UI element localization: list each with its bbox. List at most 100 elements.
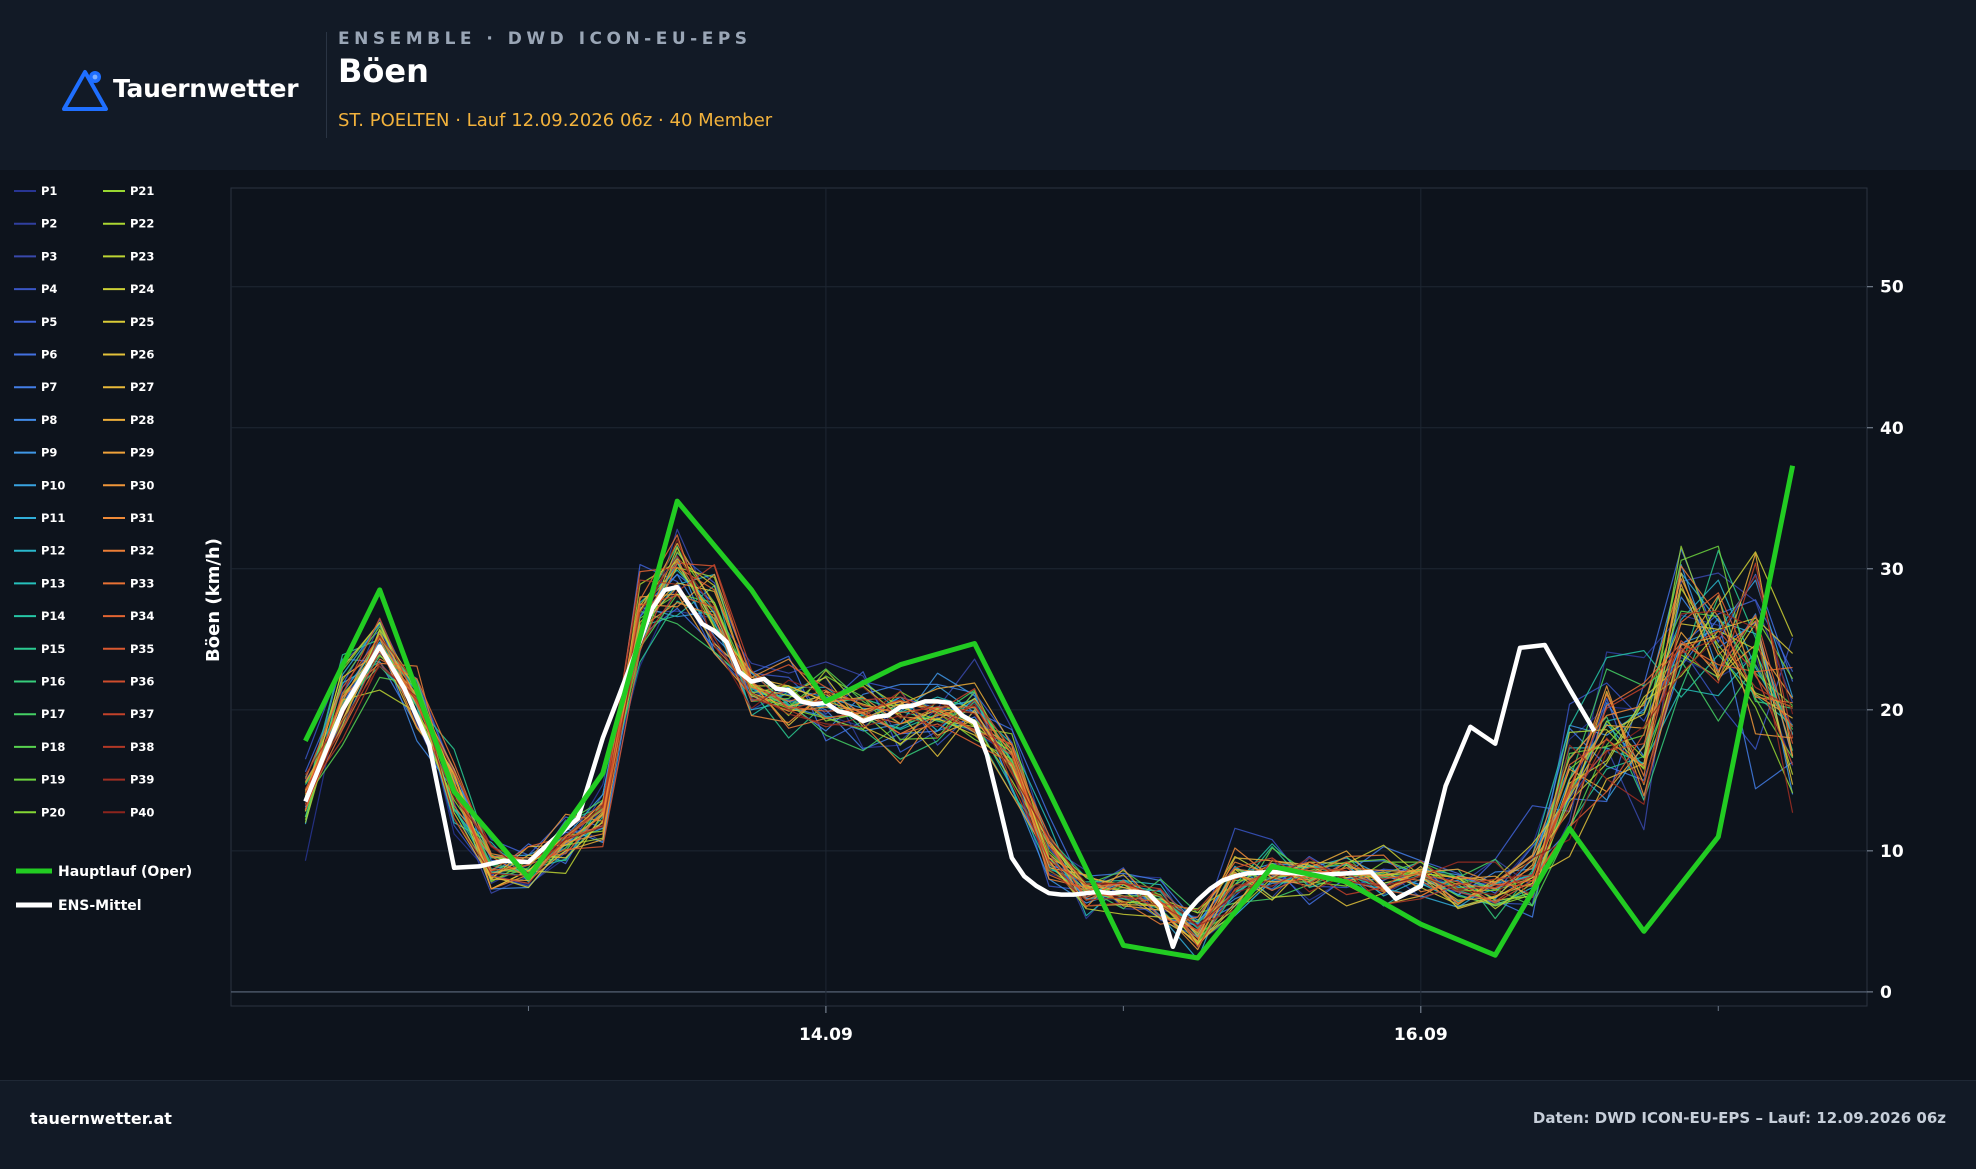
legend-item-p19[interactable]: P19 <box>14 773 65 787</box>
legend-item-p18[interactable]: P18 <box>14 740 65 754</box>
legend-item-p11[interactable]: P11 <box>14 511 65 525</box>
legend-item-p23[interactable]: P23 <box>103 249 154 263</box>
legend-label: P18 <box>41 740 65 754</box>
plot-area <box>230 187 1868 1007</box>
brand-logo[interactable]: Tauernwetter <box>60 66 300 116</box>
legend-label: P13 <box>41 576 65 590</box>
legend-label: P1 <box>41 184 57 198</box>
legend-item-p25[interactable]: P25 <box>103 315 154 329</box>
legend-item-p14[interactable]: P14 <box>14 609 65 623</box>
legend-label: P35 <box>130 642 154 656</box>
legend-item-p5[interactable]: P5 <box>14 315 57 329</box>
legend-item-p21[interactable]: P21 <box>103 184 154 198</box>
legend-label: P5 <box>41 315 57 329</box>
y-tick-label: 40 <box>1880 419 1904 439</box>
legend-item-p34[interactable]: P34 <box>103 609 154 623</box>
header-kicker: ENSEMBLE · DWD ICON-EU-EPS <box>338 29 752 49</box>
legend-item-p26[interactable]: P26 <box>103 348 154 362</box>
legend-item-p27[interactable]: P27 <box>103 380 154 394</box>
legend-item-p31[interactable]: P31 <box>103 511 154 525</box>
legend-item-p4[interactable]: P4 <box>14 282 57 296</box>
footer-site-link[interactable]: tauernwetter.at <box>30 1109 172 1128</box>
legend-label: P4 <box>41 282 57 296</box>
legend-label: P21 <box>130 184 154 198</box>
brand-name: Tauernwetter <box>113 74 299 103</box>
legend-label: P20 <box>41 805 65 819</box>
page-subtitle: ST. POELTEN · Lauf 12.09.2026 06z · 40 M… <box>338 110 773 131</box>
legend-label: P15 <box>41 642 65 656</box>
footer-source: Daten: DWD ICON-EU-EPS – Lauf: 12.09.202… <box>1532 1109 1946 1127</box>
legend-item-p36[interactable]: P36 <box>103 675 154 689</box>
legend-item-p1[interactable]: P1 <box>14 184 57 198</box>
footer-bar: tauernwetter.at Daten: DWD ICON-EU-EPS –… <box>0 1080 1976 1169</box>
legend-item-p16[interactable]: P16 <box>14 675 65 689</box>
y-tick-label: 50 <box>1880 278 1904 298</box>
legend-label: P14 <box>41 609 65 623</box>
legend-label: P38 <box>130 740 154 754</box>
legend-label: P16 <box>41 675 65 689</box>
legend-item-p6[interactable]: P6 <box>14 348 57 362</box>
legend-label: P39 <box>130 773 154 787</box>
legend-item-p22[interactable]: P22 <box>103 217 154 231</box>
x-tick-label: 14.09 <box>799 1025 853 1045</box>
legend-label: P27 <box>130 380 154 394</box>
legend-label: P3 <box>41 249 57 263</box>
legend-item-p40[interactable]: P40 <box>103 805 154 819</box>
legend-label: P33 <box>130 576 154 590</box>
legend-item-p32[interactable]: P32 <box>103 544 154 558</box>
legend-label: P7 <box>41 380 57 394</box>
legend-item-p20[interactable]: P20 <box>14 805 65 819</box>
legend-item-p8[interactable]: P8 <box>14 413 57 427</box>
legend-item-p3[interactable]: P3 <box>14 249 57 263</box>
legend-label: P28 <box>130 413 154 427</box>
legend-label: P26 <box>130 348 154 362</box>
legend-label: P31 <box>130 511 154 525</box>
legend-item-p28[interactable]: P28 <box>103 413 154 427</box>
legend-item-p10[interactable]: P10 <box>14 478 65 492</box>
legend-label: P2 <box>41 217 57 231</box>
legend-label: P24 <box>130 282 154 296</box>
legend-item-p30[interactable]: P30 <box>103 478 154 492</box>
header-divider <box>326 32 327 138</box>
legend-label: P19 <box>41 773 65 787</box>
legend-label: P25 <box>130 315 154 329</box>
legend-label: P23 <box>130 249 154 263</box>
legend-label: P32 <box>130 544 154 558</box>
legend-item-p7[interactable]: P7 <box>14 380 57 394</box>
legend-item-p33[interactable]: P33 <box>103 576 154 590</box>
y-axis-label: Böen (km/h) <box>203 538 224 662</box>
legend-item-mean[interactable]: ENS-Mittel <box>16 898 142 914</box>
legend-item-p12[interactable]: P12 <box>14 544 65 558</box>
legend-label: Hauptlauf (Oper) <box>58 864 192 880</box>
ensemble-chart: P1 P2 P3 P4 P5 P6 P7 P8 P9 P10 P11 P12 P13 P14 P15 P16 P… <box>14 184 1904 1045</box>
legend-item-p17[interactable]: P17 <box>14 707 65 721</box>
header-bar: Tauernwetter ENSEMBLE · DWD ICON-EU-EPS … <box>0 0 1976 170</box>
legend-item-p9[interactable]: P9 <box>14 446 57 460</box>
x-tick-label: 16.09 <box>1394 1025 1448 1045</box>
legend-label: P29 <box>130 446 154 460</box>
legend-item-p24[interactable]: P24 <box>103 282 154 296</box>
y-tick-label: 0 <box>1880 983 1892 1003</box>
legend-label: P17 <box>41 707 65 721</box>
y-tick-label: 20 <box>1880 701 1904 721</box>
legend-item-p2[interactable]: P2 <box>14 217 57 231</box>
legend-label: P6 <box>41 348 57 362</box>
legend-label: P9 <box>41 446 57 460</box>
legend-item-p13[interactable]: P13 <box>14 576 65 590</box>
legend-label: ENS-Mittel <box>58 898 142 914</box>
legend-item-p29[interactable]: P29 <box>103 446 154 460</box>
legend-item-p35[interactable]: P35 <box>103 642 154 656</box>
legend: P1 P2 P3 P4 P5 P6 P7 P8 P9 P10 P11 P12 P13 P14 P15 P16 P… <box>14 184 192 914</box>
legend-label: P22 <box>130 217 154 231</box>
legend-item-p37[interactable]: P37 <box>103 707 154 721</box>
legend-item-p38[interactable]: P38 <box>103 740 154 754</box>
legend-label: P34 <box>130 609 154 623</box>
legend-item-p39[interactable]: P39 <box>103 773 154 787</box>
triangle-logo-icon <box>62 70 108 111</box>
y-tick-label: 30 <box>1880 560 1904 580</box>
legend-item-oper[interactable]: Hauptlauf (Oper) <box>16 864 192 880</box>
legend-label: P37 <box>130 707 154 721</box>
legend-item-p15[interactable]: P15 <box>14 642 65 656</box>
legend-label: P10 <box>41 478 65 492</box>
legend-label: P8 <box>41 413 57 427</box>
